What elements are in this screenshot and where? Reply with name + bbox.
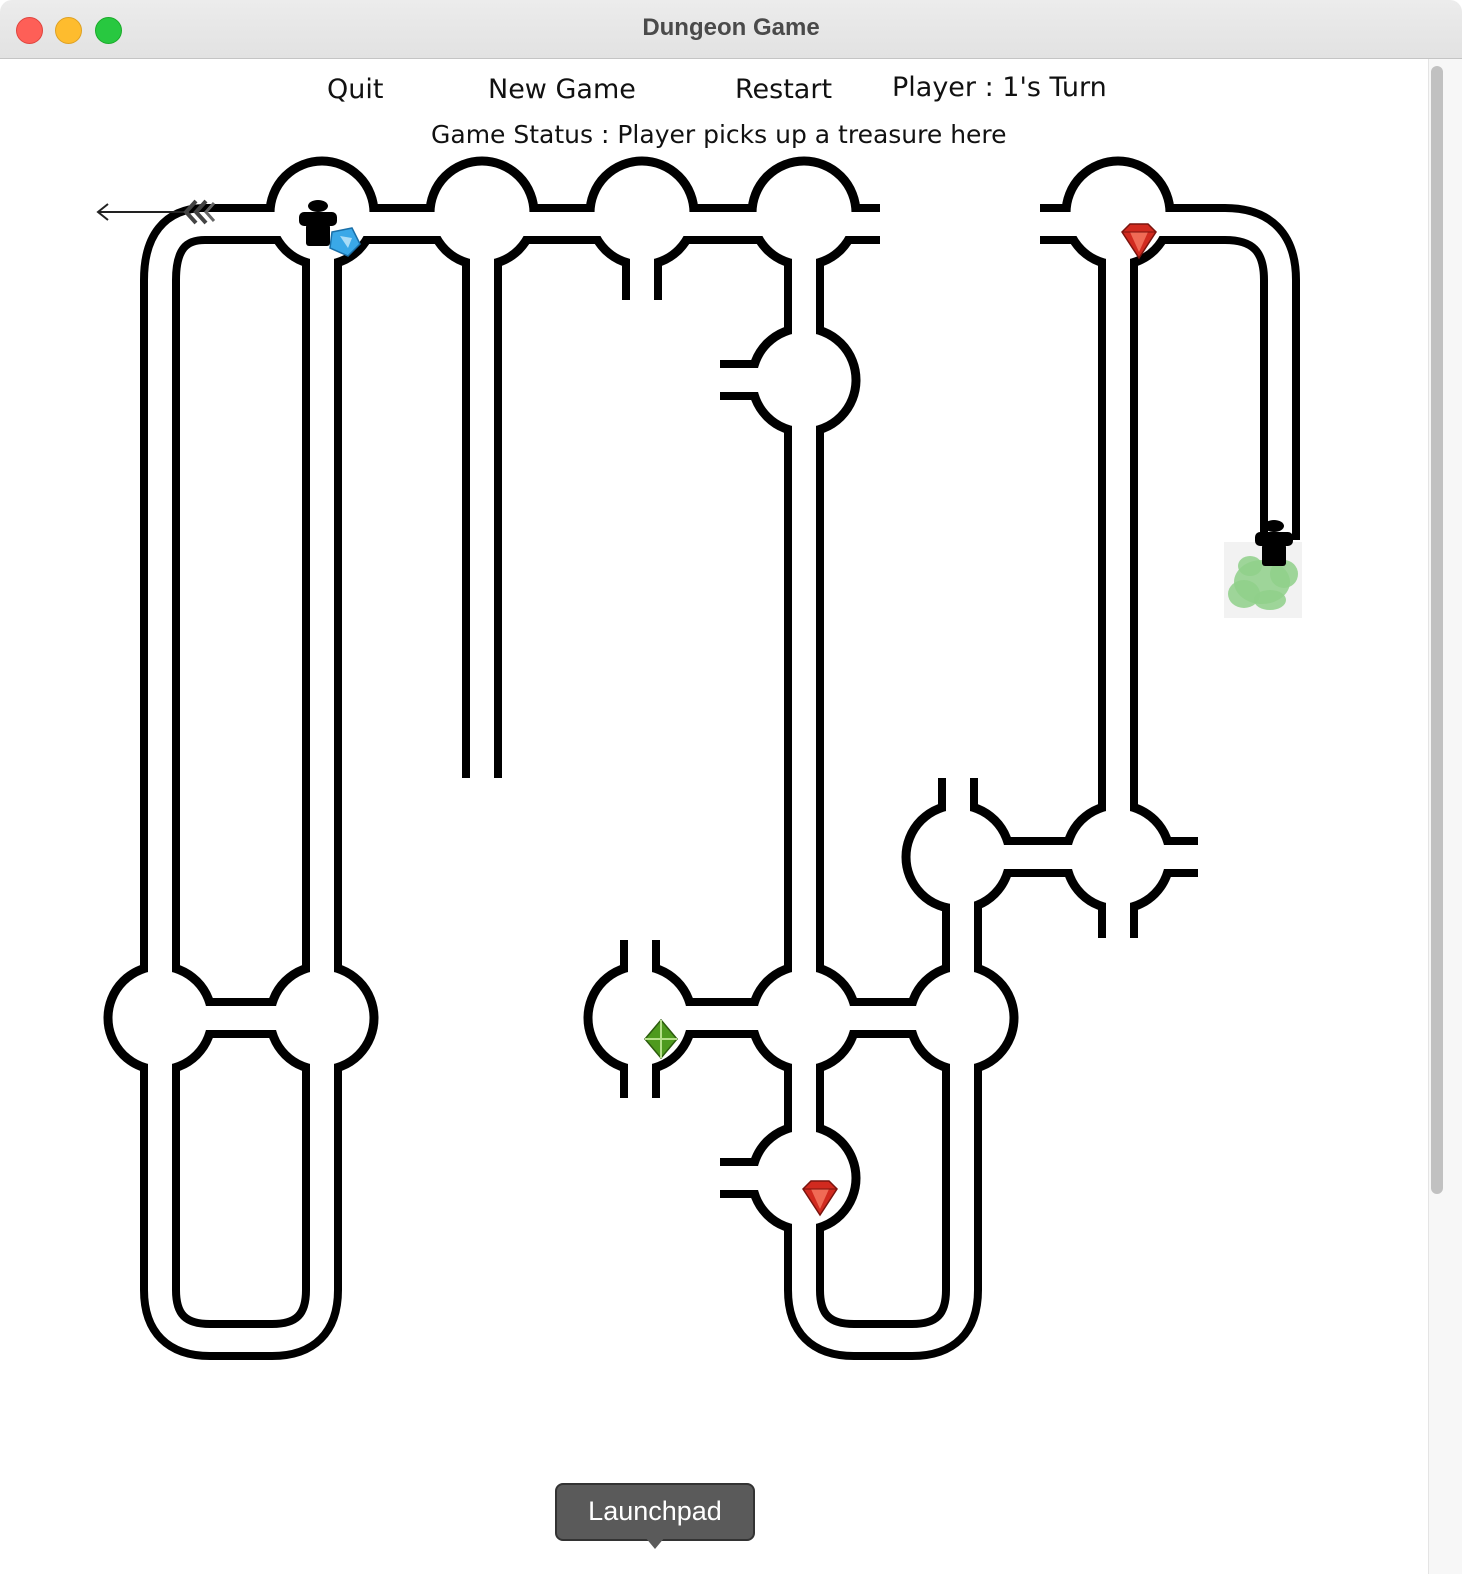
launchpad-tooltip-pointer <box>645 1537 665 1549</box>
tunnel-left-edge <box>140 204 207 1018</box>
dungeon-game-window: Dungeon Game Quit New Game Restart Playe… <box>0 0 1462 1574</box>
game-status-label: Game Status : Player picks up a treasure… <box>431 120 1007 149</box>
dungeon-map <box>96 156 1302 1360</box>
tunnel-top-right <box>1040 204 1300 540</box>
restart-button[interactable]: Restart <box>735 74 832 105</box>
scrollbar-thumb[interactable] <box>1431 66 1443 1194</box>
player-turn-label: Player : 1's Turn <box>892 72 1107 103</box>
launchpad-tooltip: Launchpad <box>555 1483 755 1541</box>
quit-button[interactable]: Quit <box>327 74 383 105</box>
new-game-button[interactable]: New Game <box>488 74 636 105</box>
